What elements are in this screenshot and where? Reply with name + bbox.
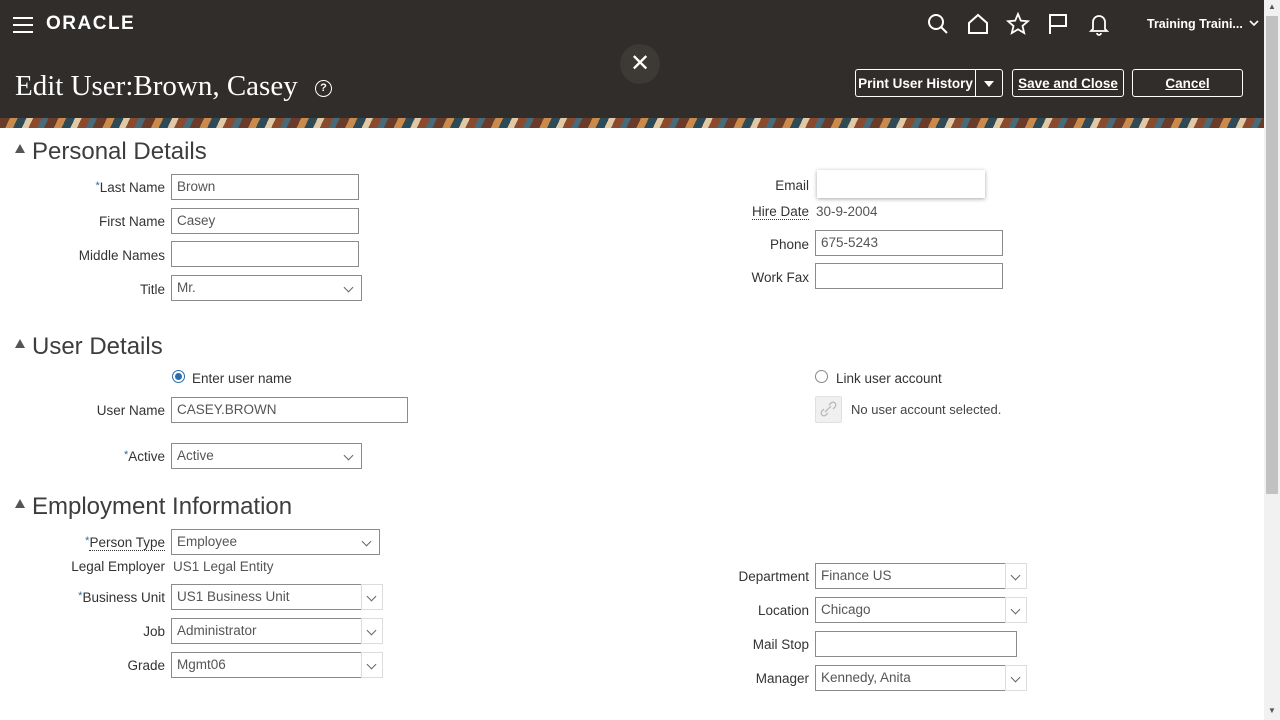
chevron-down-icon — [366, 625, 377, 636]
search-icon[interactable] — [926, 12, 950, 36]
save-and-close-button[interactable]: Save and Close — [1012, 69, 1124, 97]
last-name-field[interactable]: Brown — [171, 174, 359, 200]
location-dropdown[interactable] — [1005, 597, 1027, 623]
collapse-employment-information-icon[interactable] — [15, 499, 25, 508]
email-label: Email — [775, 178, 809, 193]
legal-employer-label: Legal Employer — [71, 559, 165, 574]
link-user-account-radio[interactable] — [815, 370, 828, 383]
mail-stop-field[interactable] — [815, 631, 1017, 657]
phone-label: Phone — [769, 237, 809, 252]
department-dropdown[interactable] — [1005, 563, 1027, 589]
chevron-down-icon — [1249, 20, 1259, 27]
page-title: Edit User:Brown, Casey — [15, 70, 298, 102]
no-account-message: No user account selected. — [851, 402, 1002, 417]
active-select[interactable]: Active — [171, 443, 362, 469]
manager-dropdown[interactable] — [1005, 665, 1027, 691]
legal-employer-value: US1 Legal Entity — [173, 559, 274, 574]
help-icon[interactable]: ? — [315, 80, 332, 97]
collapse-personal-details-icon[interactable] — [15, 144, 25, 153]
last-name-label: *Last Name — [95, 180, 165, 195]
section-title-employment-information: Employment Information — [32, 493, 293, 520]
grade-field[interactable]: Mgmt06 — [171, 652, 361, 678]
chevron-down-icon — [343, 450, 354, 461]
user-menu[interactable]: Training Traini... — [1147, 17, 1260, 31]
chevron-down-icon — [343, 282, 354, 293]
user-name-field[interactable]: CASEY.BROWN — [171, 397, 408, 423]
close-button[interactable]: ✕ — [620, 44, 660, 84]
cancel-button[interactable]: Cancel — [1132, 69, 1243, 97]
enter-user-name-radio[interactable] — [172, 370, 185, 383]
header-banner — [0, 118, 1264, 128]
chevron-down-icon — [366, 591, 377, 602]
job-field[interactable]: Administrator — [171, 618, 361, 644]
navigator-menu-icon[interactable] — [13, 17, 33, 33]
manager-label: Manager — [755, 671, 809, 686]
title-value: Mr. — [177, 280, 196, 295]
title-select[interactable]: Mr. — [171, 275, 362, 301]
location-field[interactable]: Chicago — [815, 597, 1005, 623]
print-options-dropdown[interactable] — [975, 69, 1003, 97]
section-title-personal-details: Personal Details — [32, 138, 207, 165]
middle-names-field[interactable] — [171, 241, 359, 267]
scroll-up-arrow-icon[interactable]: ▲ — [1266, 2, 1278, 14]
first-name-field[interactable]: Casey — [171, 208, 359, 234]
chevron-down-icon — [366, 659, 377, 670]
chevron-down-icon — [1010, 672, 1021, 683]
link-user-account-label: Link user account — [836, 371, 942, 386]
person-type-value: Employee — [177, 534, 238, 549]
user-name-label: User Name — [96, 403, 165, 418]
print-user-history-button[interactable]: Print User History — [855, 69, 975, 97]
work-fax-field[interactable] — [815, 263, 1003, 289]
grade-dropdown[interactable] — [361, 652, 383, 678]
active-label: *Active — [123, 449, 165, 464]
oracle-logo: ORACLE — [46, 13, 136, 34]
location-label: Location — [757, 603, 809, 618]
active-value: Active — [177, 448, 214, 463]
link-icon — [820, 401, 837, 417]
work-fax-label: Work Fax — [751, 270, 809, 285]
person-type-select[interactable]: Employee — [171, 529, 380, 555]
job-dropdown[interactable] — [361, 618, 383, 644]
person-type-label: *Person Type — [85, 535, 165, 551]
caret-down-icon — [984, 81, 994, 87]
phone-field[interactable]: 675-5243 — [815, 230, 1003, 256]
department-label: Department — [738, 569, 809, 584]
flag-icon[interactable] — [1046, 12, 1070, 36]
business-unit-field[interactable]: US1 Business Unit — [171, 584, 361, 610]
scroll-down-arrow-icon[interactable]: ▼ — [1266, 706, 1278, 718]
business-unit-label: *Business Unit — [78, 590, 165, 605]
enter-user-name-label: Enter user name — [192, 371, 292, 386]
link-account-button[interactable] — [815, 396, 842, 423]
chevron-down-icon — [1010, 570, 1021, 581]
business-unit-dropdown[interactable] — [361, 584, 383, 610]
job-label: Job — [143, 624, 165, 639]
favorites-star-icon[interactable] — [1006, 12, 1030, 36]
mail-stop-label: Mail Stop — [752, 637, 809, 652]
chevron-down-icon — [1010, 604, 1021, 615]
home-icon[interactable] — [966, 12, 990, 36]
user-name: Training Traini... — [1147, 17, 1243, 31]
department-field[interactable]: Finance US — [815, 563, 1005, 589]
email-field[interactable] — [817, 170, 985, 198]
scrollbar-thumb[interactable] — [1266, 16, 1278, 494]
notifications-bell-icon[interactable] — [1087, 12, 1111, 36]
section-title-user-details: User Details — [32, 333, 163, 360]
manager-field[interactable]: Kennedy, Anita — [815, 665, 1005, 691]
hire-date-value: 30-9-2004 — [816, 204, 878, 219]
chevron-down-icon — [361, 536, 372, 547]
title-label: Title — [139, 282, 165, 297]
grade-label: Grade — [127, 658, 165, 673]
first-name-label: First Name — [98, 214, 165, 229]
collapse-user-details-icon[interactable] — [15, 339, 25, 348]
hire-date-label: Hire Date — [751, 204, 809, 220]
middle-names-label: Middle Names — [78, 248, 165, 263]
